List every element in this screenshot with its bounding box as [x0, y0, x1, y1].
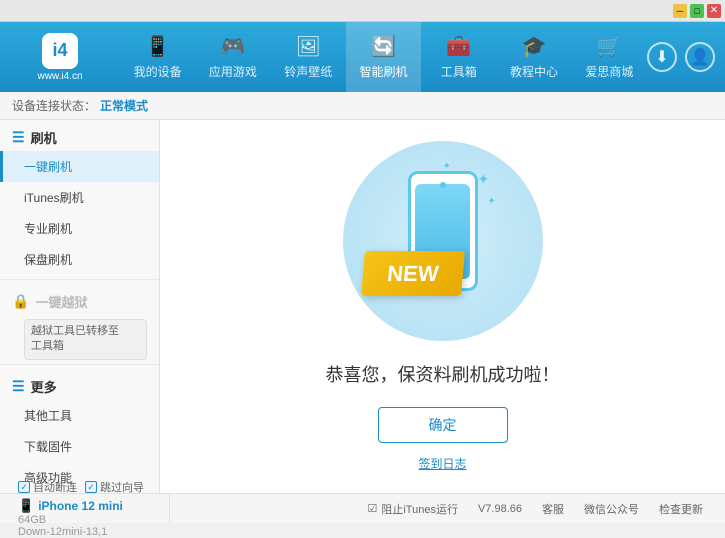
nav-bar: 📱 我的设备 🎮 应用游戏 🖼 铃声壁纸 🔄 智能刷机 🧰 工具箱 🎓 教程中心…: [120, 22, 647, 92]
status-bar: 设备连接状态： 正常模式: [0, 92, 725, 120]
sidebar-item-save-flash[interactable]: 保盘刷机: [0, 244, 159, 275]
sidebar-item-download-firmware[interactable]: 下载固件: [0, 431, 159, 462]
sparkle-3: ✦: [443, 161, 451, 172]
sidebar-jailbreak-label: 一键越狱: [35, 292, 87, 311]
sidebar-section-jailbreak: 🔒 一键越狱: [0, 284, 159, 315]
stop-itunes: ☑ 阻止iTunes运行: [367, 501, 457, 517]
bottom-bar: ✓ 自动断连 ✓ 跳过向导 📱 iPhone 12 mini 64GB Down…: [0, 493, 725, 523]
version-label: V7.98.66: [478, 503, 522, 515]
sidebar-more-label: 更多: [31, 377, 57, 396]
logo-area: i4 www.i4.cn: [0, 33, 120, 82]
bottom-sidebar-section: ✓ 自动断连 ✓ 跳过向导 📱 iPhone 12 mini 64GB Down…: [10, 494, 170, 523]
title-bar: ─ □ ✕: [0, 0, 725, 22]
sidebar-section-flash-label: 刷机: [31, 128, 57, 147]
close-button[interactable]: ✕: [707, 4, 721, 18]
bottom-content-section: ☑ 阻止iTunes运行 V7.98.66 客服 微信公众号 检查更新: [170, 494, 715, 523]
sidebar-item-pro-flash[interactable]: 专业刷机: [0, 213, 159, 244]
header-actions: ⬇ 👤: [647, 42, 725, 72]
jailbreak-icon: 🔒: [12, 293, 29, 310]
bottom-full: ✓ 自动断连 ✓ 跳过向导 📱 iPhone 12 mini 64GB Down…: [10, 494, 715, 523]
nav-apps[interactable]: 🎮 应用游戏: [195, 22, 270, 92]
header: i4 www.i4.cn 📱 我的设备 🎮 应用游戏 🖼 铃声壁纸 🔄 智能刷机…: [0, 22, 725, 92]
wechat-link[interactable]: 微信公众号: [584, 501, 639, 517]
sidebar-item-other-tools[interactable]: 其他工具: [0, 400, 159, 431]
logo-icon: i4: [42, 33, 78, 69]
sparkle-1: ✦: [478, 171, 490, 188]
download-button[interactable]: ⬇: [647, 42, 677, 72]
new-banner: NEW: [361, 251, 465, 296]
main-layout: ☰ 刷机 一键刷机 iTunes刷机 专业刷机 保盘刷机 🔒 一键越狱 越狱工具…: [0, 120, 725, 493]
stop-itunes-label: 阻止iTunes运行: [381, 501, 458, 517]
nav-tutorial[interactable]: 🎓 教程中心: [496, 22, 571, 92]
sidebar: ☰ 刷机 一键刷机 iTunes刷机 专业刷机 保盘刷机 🔒 一键越狱 越狱工具…: [0, 120, 160, 493]
nav-shop[interactable]: 🛒 爱思商城: [572, 22, 647, 92]
sidebar-divider-2: [0, 364, 159, 365]
checkbox-skip-wizard[interactable]: ✓ 跳过向导: [85, 479, 144, 495]
nav-shop-label: 爱思商城: [585, 63, 633, 80]
stop-itunes-icon: ☑: [367, 502, 377, 515]
nav-my-device[interactable]: 📱 我的设备: [120, 22, 195, 92]
apps-icon: 🎮: [220, 34, 245, 59]
logo-url: www.i4.cn: [37, 71, 82, 82]
nav-tutorial-label: 教程中心: [510, 63, 558, 80]
nav-smart-flash[interactable]: 🔄 智能刷机: [346, 22, 421, 92]
service-link[interactable]: 客服: [542, 501, 564, 517]
wallpaper-icon: 🖼: [296, 34, 321, 59]
checkbox-auto-disconnect-box: ✓: [18, 481, 30, 493]
device-name: 📱 iPhone 12 mini: [18, 498, 161, 514]
tutorial-icon: 🎓: [522, 34, 547, 59]
success-illustration: NEW ✦ ✦ ✦: [343, 141, 543, 341]
daily-button[interactable]: 签到日志: [418, 455, 466, 472]
sidebar-item-itunes-flash[interactable]: iTunes刷机: [0, 182, 159, 213]
nav-apps-label: 应用游戏: [209, 63, 257, 80]
main-content: NEW ✦ ✦ ✦ 恭喜您，保资料刷机成功啦！ 确定 签到日志: [160, 120, 725, 493]
sidebar-divider-1: [0, 279, 159, 280]
sidebar-notice: 越狱工具已转移至工具箱: [24, 319, 147, 360]
checkbox-skip-wizard-label: 跳过向导: [100, 479, 144, 495]
toolbox-icon: 🧰: [446, 34, 471, 59]
status-label: 设备连接状态：: [12, 97, 96, 114]
phone-dot: [440, 182, 446, 188]
success-title: 恭喜您，保资料刷机成功啦！: [326, 361, 560, 387]
sidebar-section-flash: ☰ 刷机: [0, 120, 159, 151]
flash-section-icon: ☰: [12, 129, 25, 146]
smart-flash-icon: 🔄: [371, 34, 396, 59]
device-storage: 64GB: [18, 514, 161, 526]
sparkle-2: ✦: [488, 196, 496, 207]
nav-wallpaper[interactable]: 🖼 铃声壁纸: [271, 22, 346, 92]
checkbox-auto-disconnect-label: 自动断连: [33, 479, 77, 495]
user-button[interactable]: 👤: [685, 42, 715, 72]
device-version: Down-12mini-13,1: [18, 526, 161, 538]
sidebar-item-one-click-flash[interactable]: 一键刷机: [0, 151, 159, 182]
update-link[interactable]: 检查更新: [659, 501, 703, 517]
checkbox-skip-wizard-box: ✓: [85, 481, 97, 493]
checkbox-auto-disconnect[interactable]: ✓ 自动断连: [18, 479, 77, 495]
shop-icon: 🛒: [597, 34, 622, 59]
nav-my-device-label: 我的设备: [134, 63, 182, 80]
maximize-button[interactable]: □: [690, 4, 704, 18]
sidebar-section-more: ☰ 更多: [0, 369, 159, 400]
nav-smart-flash-label: 智能刷机: [359, 63, 407, 80]
confirm-button[interactable]: 确定: [378, 407, 508, 443]
nav-toolbox[interactable]: 🧰 工具箱: [421, 22, 496, 92]
status-value: 正常模式: [100, 97, 148, 114]
minimize-button[interactable]: ─: [673, 4, 687, 18]
device-icon: 📱: [145, 34, 170, 59]
device-icon-bottom: 📱: [18, 498, 34, 514]
nav-wallpaper-label: 铃声壁纸: [284, 63, 332, 80]
more-icon: ☰: [12, 378, 25, 395]
nav-toolbox-label: 工具箱: [441, 63, 477, 80]
